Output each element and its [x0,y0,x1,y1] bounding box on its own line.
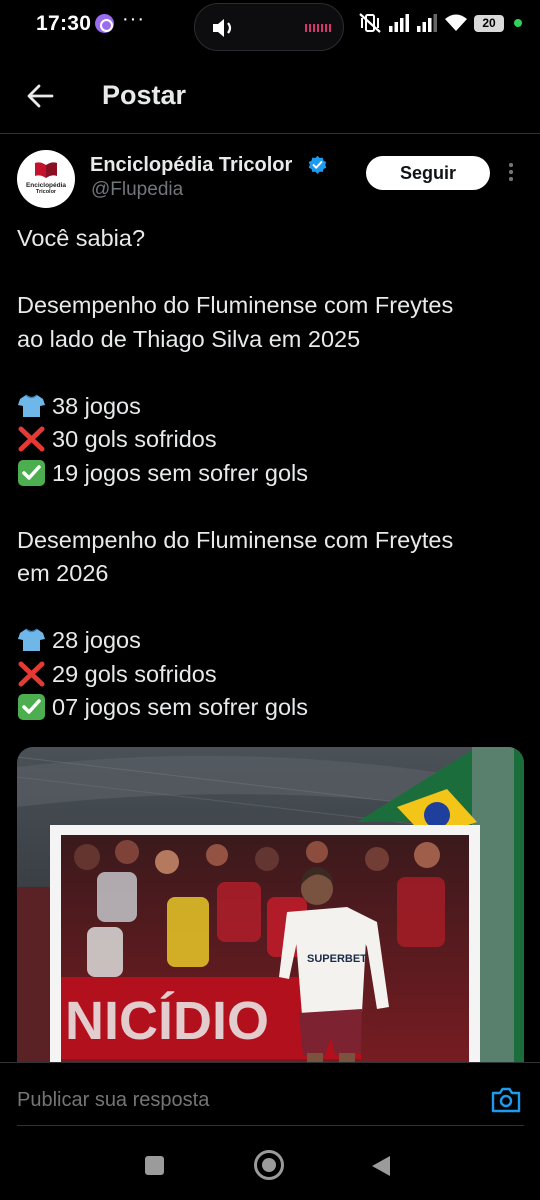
stat-goals-conceded-2025: 30 gols sofridos [52,426,217,452]
more-vertical-icon[interactable] [506,163,516,185]
post-body: Você sabia? Desempenho do Fluminense com… [17,222,522,725]
check-mark-emoji [18,694,45,720]
post-line [17,490,522,524]
post-line [17,356,522,390]
speaker-icon [213,19,232,37]
stat-goals-conceded-2026: 29 gols sofridos [52,660,217,687]
shirt-emoji [18,393,45,417]
verified-badge-icon [308,155,327,174]
post-line: Desempenho do Fluminense com Freytes [17,292,454,318]
post-line: ao lado de Thiago Silva em 2025 [17,325,361,352]
book-logo-icon [35,162,57,178]
stat-games-2025: 38 jogos [52,392,141,419]
signal-icon-2 [417,14,437,32]
stat-clean-sheets-2025: 19 jogos sem sofrer gols [52,459,309,486]
avatar[interactable]: Enciclopédia Tricolor [17,150,75,208]
post-line: 30 gols sofridos [17,423,522,457]
author-handle[interactable]: @Flupedia [91,179,183,201]
banner-text: NICÍDIO [65,991,269,1051]
post-line: 28 jogos [17,624,522,658]
post-line: 38 jogos [17,390,522,424]
wifi-icon [445,14,467,31]
media-island[interactable] [194,3,344,51]
author-name[interactable]: Enciclopédia Tricolor [90,154,292,177]
post-line: Você sabia? [17,225,146,251]
stat-games-2026: 28 jogos [52,627,141,653]
post-line: 29 gols sofridos [17,658,522,692]
post-line: 07 jogos sem sofrer gols [17,691,522,725]
reply-input[interactable] [17,1089,282,1112]
post-line: Desempenho do Fluminense com Freytes [17,526,454,553]
reply-composer [0,1062,540,1138]
post-line [17,591,522,625]
top-app-bar: Postar [0,60,540,134]
follow-button[interactable]: Seguir [366,156,490,190]
arrow-left-icon[interactable] [24,80,56,112]
post-line: 19 jogos sem sofrer gols [17,457,522,491]
post-image[interactable]: NICÍDIO SUPERBET [17,747,524,1077]
post-line: em 2026 [17,560,109,586]
system-nav-bar [0,1138,540,1200]
reply-underline [17,1125,524,1126]
audio-visualizer [305,24,331,32]
shirt-sponsor-text: SUPERBET [307,953,367,965]
cross-mark-emoji [18,661,45,686]
shirt-emoji [18,628,45,651]
privacy-indicator-dot [514,19,522,27]
post-image-graphic: NICÍDIO SUPERBET [17,747,524,1077]
avatar-logo-subtext: Tricolor [35,189,57,195]
battery-icon: 20 [474,14,504,32]
status-icons: 20 [358,12,522,34]
camera-icon[interactable] [490,1085,522,1115]
back-button[interactable] [370,1154,392,1178]
stat-clean-sheets-2026: 07 jogos sem sofrer gols [52,694,309,720]
avatar-logo-text: Enciclopédia [25,182,67,189]
check-mark-emoji [18,459,45,486]
post-line [17,256,522,290]
more-notifications-icon: ··· [122,8,145,30]
signal-icon-1 [389,14,409,32]
status-time: 17:30 [36,12,92,35]
cross-mark-emoji [18,426,45,452]
recent-apps-button[interactable] [145,1156,164,1175]
mute-vibrate-icon [359,13,381,33]
home-button[interactable] [254,1150,284,1180]
status-bar: 17:30 ··· 20 [0,0,540,51]
page-title: Postar [102,80,187,110]
app-notification-icon [95,14,114,33]
